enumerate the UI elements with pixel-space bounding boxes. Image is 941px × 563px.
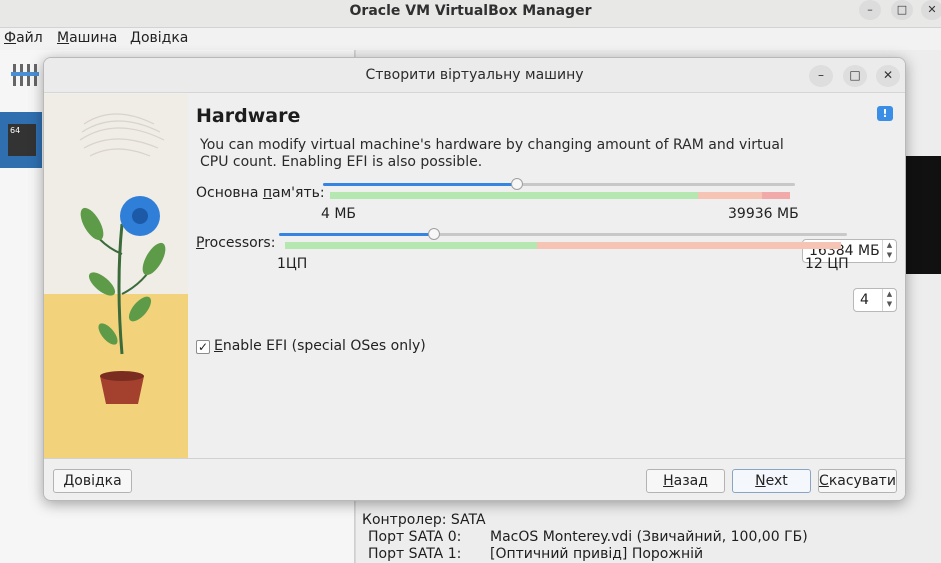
menu-file[interactable]: Файл	[4, 30, 43, 46]
wizard-illustration	[44, 94, 188, 458]
storage-controller: Контролер: SATA	[362, 512, 486, 528]
os-x-icon: 64	[8, 124, 36, 156]
main-minimize-button[interactable]: –	[859, 0, 881, 20]
cancel-button[interactable]: Скасувати	[818, 469, 897, 493]
memory-zone-bar	[330, 192, 790, 199]
processors-slider-handle[interactable]	[428, 228, 440, 240]
tools-icon[interactable]	[10, 60, 40, 90]
dialog-titlebar: Створити віртуальну машину – □ ✕	[44, 58, 905, 93]
back-button[interactable]: Назад	[646, 469, 725, 493]
processors-spinbox[interactable]: 4 ▲ ▼	[853, 288, 897, 312]
processors-label: Processors:	[196, 235, 276, 251]
processors-value: 4	[860, 292, 869, 308]
dialog-minimize-button[interactable]: –	[809, 65, 833, 87]
dialog-close-button[interactable]: ✕	[876, 65, 900, 87]
menubar: Файл Машина Довідка	[0, 28, 941, 50]
menu-help[interactable]: Довідка	[130, 30, 188, 46]
storage-details: Контролер: SATA Порт SATA 0: MacOS Monte…	[362, 512, 808, 563]
processors-min-label: 1ЦП	[277, 256, 308, 272]
memory-max-label: 39936 МБ	[728, 206, 799, 222]
vm-bitness-badge: 64	[10, 126, 21, 135]
memory-label: Основна пам'ять:	[196, 185, 325, 201]
menu-machine[interactable]: Машина	[57, 30, 117, 46]
help-bubble-icon[interactable]: !	[877, 106, 893, 121]
create-vm-dialog: Створити віртуальну машину – □ ✕ Hardwar…	[43, 57, 906, 501]
spin-arrows-icon[interactable]: ▲ ▼	[882, 240, 896, 262]
vm-preview	[906, 156, 941, 274]
storage-row: Порт SATA 1: [Оптичний привід] Порожній	[362, 546, 703, 563]
dialog-maximize-button[interactable]: □	[843, 65, 867, 87]
dialog-footer: Довідка Назад Next Скасувати	[44, 458, 905, 500]
processors-max-label: 12 ЦП	[805, 256, 849, 272]
page-description: You can modify virtual machine's hardwar…	[200, 137, 784, 170]
main-titlebar: Oracle VM VirtualBox Manager – □ ✕	[0, 0, 941, 28]
storage-value: [Оптичний привід] Порожній	[490, 546, 704, 562]
next-button[interactable]: Next	[732, 469, 811, 493]
efi-checkbox[interactable]: ✓	[196, 340, 210, 354]
processors-slider[interactable]	[279, 233, 847, 236]
efi-label[interactable]: Enable EFI (special OSes only)	[214, 338, 426, 354]
processors-slider-fill	[279, 233, 434, 236]
storage-port: Порт SATA 0:	[368, 529, 462, 545]
storage-port: Порт SATA 1:	[368, 546, 462, 562]
memory-slider[interactable]	[323, 183, 795, 186]
main-maximize-button[interactable]: □	[891, 0, 913, 20]
page-title: Hardware	[196, 105, 301, 127]
memory-min-label: 4 МБ	[321, 206, 357, 222]
main-close-button[interactable]: ✕	[921, 0, 941, 20]
spin-arrows-icon[interactable]: ▲ ▼	[882, 289, 896, 311]
storage-row: Порт SATA 0: MacOS Monterey.vdi (Звичайн…	[362, 529, 808, 546]
memory-slider-fill	[323, 183, 517, 186]
storage-value: MacOS Monterey.vdi (Звичайний, 100,00 ГБ…	[490, 529, 808, 545]
wizard-content: Hardware ! You can modify virtual machin…	[189, 94, 905, 458]
memory-slider-handle[interactable]	[511, 178, 523, 190]
dialog-title: Створити віртуальну машину	[365, 67, 584, 83]
processors-zone-bar	[285, 242, 841, 249]
main-window-title: Oracle VM VirtualBox Manager	[349, 3, 592, 19]
help-button[interactable]: Довідка	[53, 469, 132, 493]
